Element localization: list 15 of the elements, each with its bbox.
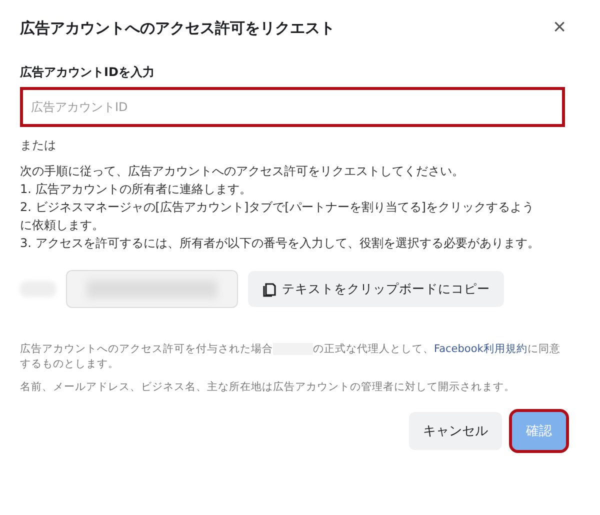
instruction-text: 2. ビジネスマネージャの[広告アカウント]タブで[パートナーを割り当てる]をクリックするように依頼します。	[20, 199, 535, 234]
terms-text: 広告アカウントへのアクセス許可を付与された場合 の正式な代理人として、Facebook利用規約に同意するものとします。	[20, 342, 562, 372]
cancel-button[interactable]: キャンセル	[409, 412, 502, 450]
field-label: 広告アカウントIDを入力	[20, 64, 154, 81]
dialog-title: 広告アカウントへのアクセス許可をリクエスト	[20, 18, 335, 38]
instruction-text: 3. アクセスを許可するには、所有者が以下の番号を入力して、役割を選択する必要があります。	[20, 235, 540, 252]
close-button[interactable]: ×	[553, 16, 566, 38]
or-text: または	[20, 137, 56, 154]
copy-button[interactable]: テキストをクリップボードにコピー	[248, 271, 504, 307]
account-id-field[interactable]: 広告アカウントID	[20, 87, 565, 127]
disclosure-text: 名前、メールアドレス、ビジネス名、主な所在地は広告アカウントの管理者に対して開示されます。	[20, 380, 515, 394]
instruction-text: 次の手順に従って、広告アカウントへのアクセス許可をリクエストしてください。	[20, 163, 465, 180]
instruction-text: 1. 広告アカウントの所有者に連絡します。	[20, 181, 252, 198]
terms-link[interactable]: Facebook利用規約	[434, 343, 528, 355]
copy-icon	[262, 281, 276, 297]
